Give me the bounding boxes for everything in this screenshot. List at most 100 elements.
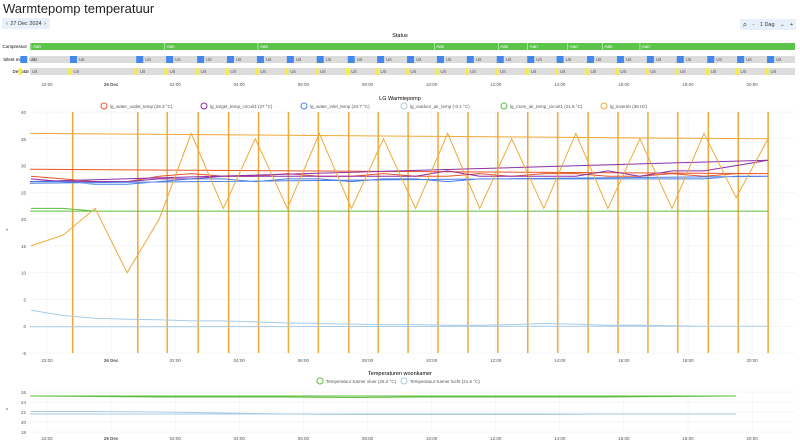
x-tick-label: 22:00 (41, 82, 53, 87)
status-block (527, 56, 535, 63)
legend-marker (400, 377, 408, 385)
status-block (256, 56, 264, 63)
status-block (286, 56, 294, 63)
legend-label: Temperatuur Kamer lucht (21.6 °C) (410, 379, 480, 384)
status-segment-label: Aan (500, 44, 509, 49)
status-segment-label: Uit (230, 69, 236, 74)
x-tick-label: 16:00 (618, 358, 630, 363)
status-segment-label: Uit (626, 57, 632, 62)
status-segment-label: Uit (596, 57, 602, 62)
y-tick-label: 22 (21, 410, 27, 415)
x-tick-label: 08:00 (362, 436, 374, 441)
status-segment-label: Uit (266, 57, 272, 62)
legend-label: lg_water_outlet_temp (29.3 °C) (110, 104, 173, 109)
status-segment-label: Uit (656, 57, 662, 62)
status-block (316, 56, 324, 63)
status-block (587, 56, 595, 63)
x-tick-label: 08:00 (362, 82, 374, 87)
status-segment-label: Uit (686, 57, 692, 62)
status-block (375, 68, 379, 75)
status-segment-label: Uit (410, 69, 416, 74)
status-segment-label: Aan (605, 44, 614, 49)
status-segment-label: Uit (590, 69, 596, 74)
y-tick-label: 0 (23, 324, 26, 329)
status-block (347, 56, 355, 63)
status-block (767, 56, 775, 63)
status-segment-label: Uit (560, 69, 566, 74)
status-block (435, 68, 439, 75)
status-block (495, 68, 499, 75)
status-segment-label: Uit (741, 69, 747, 74)
status-block (20, 56, 28, 63)
x-tick-label: 14:00 (554, 82, 566, 87)
x-tick-label: 18:00 (682, 358, 694, 363)
y-tick-label: 5 (23, 297, 26, 302)
status-segment-label: Uit (236, 57, 242, 62)
status-block (164, 68, 168, 75)
x-tick-label: 12:00 (490, 82, 502, 87)
status-segment-label: Aan (260, 44, 269, 49)
x-tick-label: 22:00 (41, 358, 53, 363)
x-tick-label: 04:00 (234, 436, 246, 441)
x-tick-label: 06:00 (298, 82, 310, 87)
legend-marker (300, 102, 308, 110)
status-block (227, 56, 235, 63)
x-tick-label: 14:00 (554, 436, 566, 441)
legend-marker (400, 102, 408, 110)
status-segment-label: Uit (531, 69, 537, 74)
status-segment-label: Uit (650, 69, 656, 74)
legend-label: lg_inverter (36 Hz) (610, 104, 648, 109)
legend-label: lg_outdoor_air_temp (-0.1 °C) (410, 104, 470, 109)
status-segment-label: Uit (175, 57, 181, 62)
status-block (496, 56, 504, 63)
status-segment-label: Uit (320, 69, 326, 74)
series-line (29, 309, 769, 328)
status-segment-label: Uit (381, 69, 387, 74)
status-row-label: Compressor (2, 44, 27, 49)
status-block (407, 56, 415, 63)
status-block (645, 68, 649, 75)
status-segment-label: Uit (711, 69, 717, 74)
status-segment-label: Uit (716, 57, 722, 62)
x-tick-label: 14:00 (554, 358, 566, 363)
status-segment-label: Aan (436, 44, 445, 49)
status-block (615, 68, 619, 75)
chart-title: LG Warmtepomp (379, 96, 421, 102)
y-tick-label: 40 (21, 110, 27, 115)
status-block (166, 56, 174, 63)
x-tick-label: 12:00 (490, 436, 502, 441)
status-segment-label: Uit (206, 57, 212, 62)
status-segment-label: Uit (500, 69, 506, 74)
y-tick-label: 24 (21, 400, 27, 405)
status-segment-label: Uit (470, 69, 476, 74)
x-tick-label: 10:00 (426, 82, 438, 87)
status-block (737, 56, 745, 63)
chart-title: Temperaturen woonkamer (368, 371, 432, 377)
status-segment-label: Uit (357, 57, 363, 62)
status-segment-label: Uit (566, 57, 572, 62)
status-block (18, 68, 22, 75)
status-block (676, 56, 684, 63)
status-segment-label: Uit (260, 69, 266, 74)
legend-label: lg_room_air_temp_circuit1 (21.5 °C) (510, 104, 583, 109)
status-block (646, 56, 654, 63)
x-tick-label: 04:00 (234, 82, 246, 87)
status-block (707, 56, 715, 63)
status-title: Status (392, 33, 408, 39)
status-block (136, 56, 144, 63)
status-segment-label: Uit (326, 57, 332, 62)
status-block (405, 68, 409, 75)
status-block (675, 68, 679, 75)
status-segment-label: Uit (770, 69, 776, 74)
status-segment-label: Aan (570, 44, 579, 49)
status-block (765, 68, 769, 75)
status-segment-label: Uit (79, 57, 85, 62)
status-segment-label: Uit (506, 57, 512, 62)
x-tick-label: 20:00 (746, 82, 758, 87)
status-block (68, 68, 72, 75)
y-tick-label: 20 (21, 420, 27, 425)
y-axis-label: ° (6, 408, 8, 414)
status-block (225, 68, 229, 75)
status-block (616, 56, 624, 63)
status-segment-label: Uit (440, 69, 446, 74)
